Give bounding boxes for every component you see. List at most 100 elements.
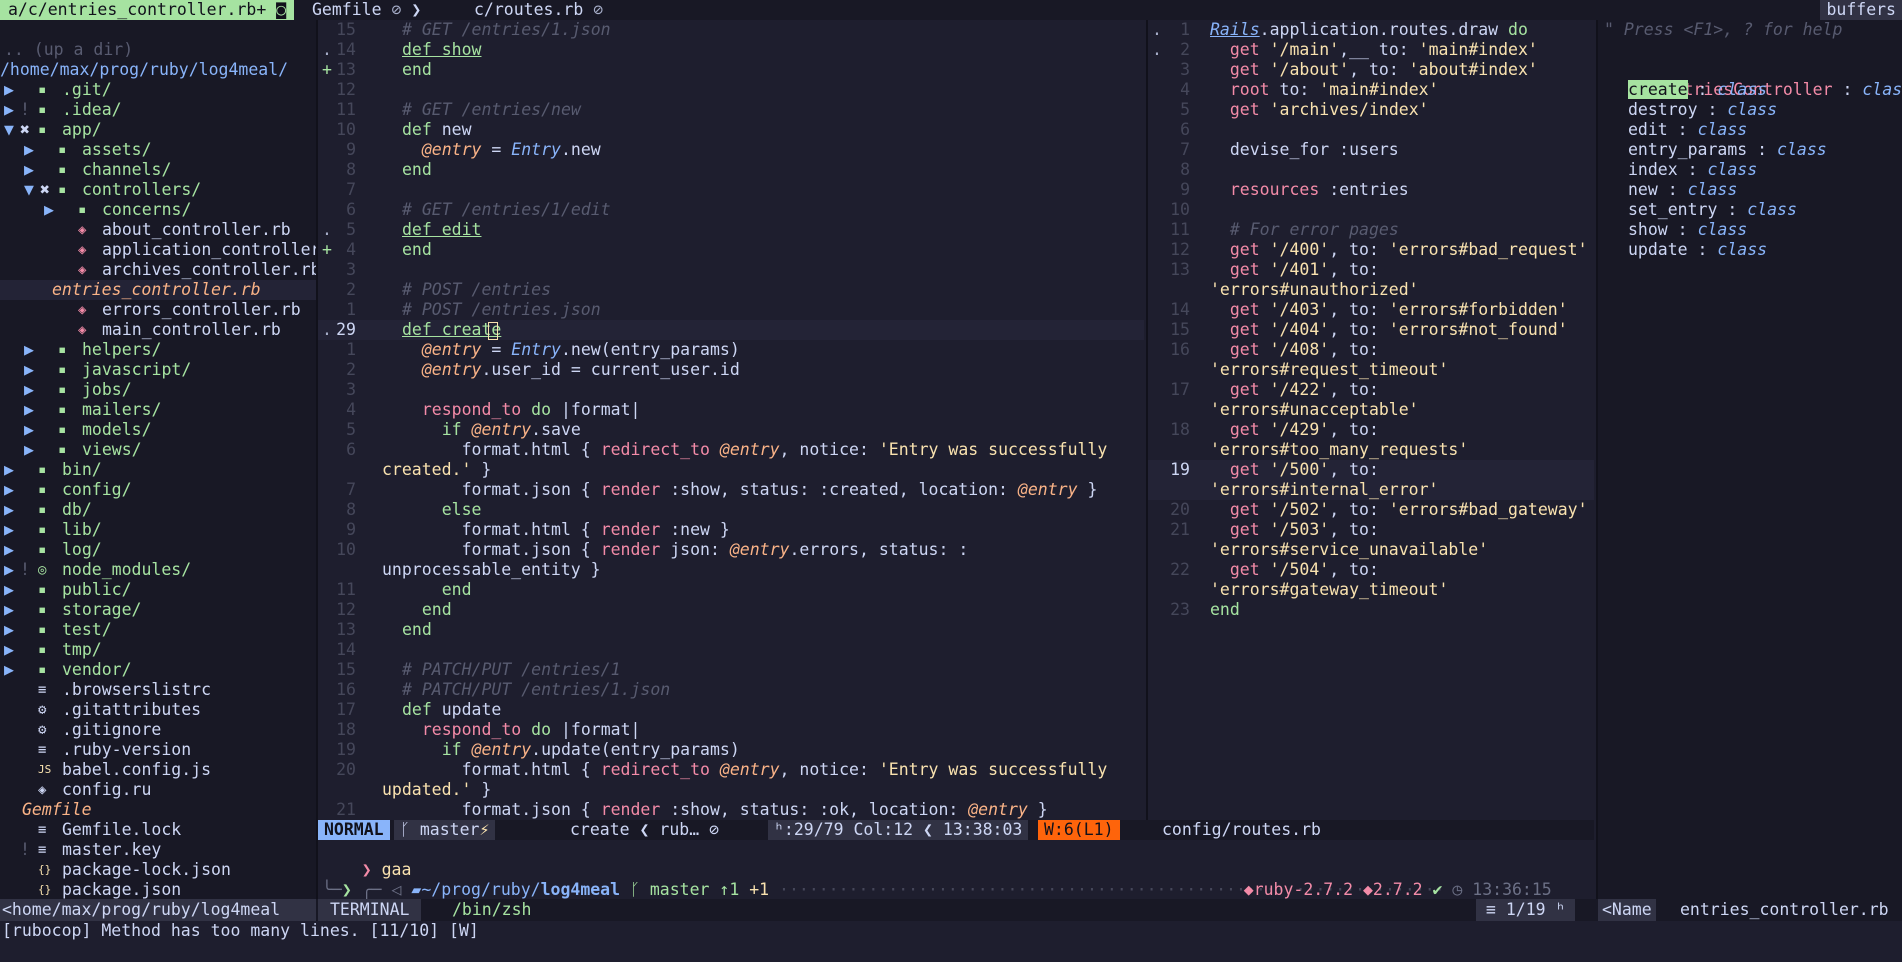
tree-item[interactable]: ◈ application_controller <box>0 240 316 260</box>
tree-item[interactable]: ⚙ .gitattributes <box>0 700 316 720</box>
chevron-right-icon: ▶ <box>24 160 34 179</box>
tree-item[interactable]: ▶ ▪ views/ <box>0 440 316 460</box>
tagbar-item[interactable]: new : class <box>1628 180 1902 200</box>
chevron-right-icon: ▶ <box>4 540 14 559</box>
tree-item[interactable]: ▶ ▪ jobs/ <box>0 380 316 400</box>
tree-item[interactable]: ▶ ▪ .git/ <box>0 80 316 100</box>
tagbar-root[interactable]: ▼ EntriesController : class <box>1604 60 1902 99</box>
line-number: 5 <box>346 220 356 239</box>
warning-badge[interactable]: W:6(L1) <box>1038 820 1120 840</box>
code-line: 12 end <box>318 600 1144 620</box>
tree-item-label: jobs/ <box>82 380 132 399</box>
tree-item[interactable]: ▶ ▪ test/ <box>0 620 316 640</box>
tree-item[interactable]: {} package-lock.json <box>0 860 316 880</box>
tagbar-item-name: new <box>1628 180 1658 199</box>
tab-active[interactable]: a/c/entries_controller.rb+ ◙ <box>0 0 295 20</box>
tagbar-item[interactable]: set_entry : class <box>1628 200 1902 220</box>
tree-item[interactable]: JS babel.config.js <box>0 760 316 780</box>
tree-item-label: helpers/ <box>82 340 162 359</box>
line-number: 18 <box>336 720 356 739</box>
tree-item[interactable]: ▶ ▪ concerns/ <box>0 200 316 220</box>
clock-time: 13:38:03 <box>942 820 1023 839</box>
tree-item[interactable]: ▼ ✖ ▪ controllers/ <box>0 180 316 200</box>
code-text: if @entry.update(entry_params) <box>441 740 740 759</box>
line-number: 18 <box>1170 420 1190 439</box>
chevron-right-icon: ▶ <box>4 560 14 579</box>
buffers-button[interactable]: buffers <box>1820 0 1902 20</box>
chevron-right-icon <box>44 320 54 340</box>
tree-item-label: .ruby-version <box>62 740 192 759</box>
prompt-input-line[interactable]: ╰─❯ <box>322 880 1594 900</box>
chevron-right-icon: ▶ <box>24 340 34 359</box>
chevron-right-icon: ▶ <box>4 480 14 499</box>
code-line: created.' } <box>318 460 1144 480</box>
tree-item[interactable]: ▶ ▪ lib/ <box>0 520 316 540</box>
folder-icon: ▪ <box>38 542 47 558</box>
tree-item[interactable]: ▶ ▪ db/ <box>0 500 316 520</box>
tagbar-item[interactable]: create : class <box>1628 80 1902 100</box>
tree-item[interactable]: ◈ archives_controller.rb <box>0 260 316 280</box>
tagbar-item-name: show <box>1628 220 1668 239</box>
tree-item[interactable]: ▶ ▪ storage/ <box>0 600 316 620</box>
tree-item[interactable]: ▼ ✖ ▪ app/ <box>0 120 316 140</box>
tagbar-item[interactable]: destroy : class <box>1628 100 1902 120</box>
tab-routes[interactable]: c/routes.rb ⊘ <box>474 0 603 20</box>
code-text: format.html { redirect_to @entry, notice… <box>402 440 1108 459</box>
tree-item[interactable]: ▶ ▪ mailers/ <box>0 400 316 420</box>
code-text: 'errors#service_unavailable' <box>1210 540 1489 559</box>
folder-icon: ▪ <box>38 462 47 478</box>
tree-item[interactable]: ◈ main_controller.rb <box>0 320 316 340</box>
tree-item[interactable]: ▶ ▪ bin/ <box>0 460 316 480</box>
code-editor[interactable]: 15 # GET /entries/1.json. 14 def show +13 end… <box>318 20 1144 820</box>
tree-item[interactable]: ▶ ▪ tmp/ <box>0 640 316 660</box>
tagbar-item-kind: class <box>1747 200 1797 219</box>
tree-item[interactable]: ▶! ▪ .idea/ <box>0 100 316 120</box>
tree-item[interactable]: ▶ ▪ javascript/ <box>0 360 316 380</box>
code-text: get '/main',__ to: 'main#index' <box>1229 40 1538 59</box>
up-dir-link[interactable]: .. (up a dir) <box>4 40 316 60</box>
tagbar-item-sep: : <box>1657 180 1688 199</box>
tree-root-path: /home/max/prog/ruby/log4meal/ <box>0 60 289 79</box>
tree-item[interactable]: ▶ ▪ config/ <box>0 480 316 500</box>
tree-item-label: bin/ <box>62 460 102 479</box>
tree-item[interactable]: ◈ about_controller.rb <box>0 220 316 240</box>
code-line: 7 devise_for :users <box>1148 140 1594 160</box>
line-number: 13 <box>336 60 356 79</box>
tree-item[interactable]: ◈ errors_controller.rb <box>0 300 316 320</box>
warning-mark-icon: ! <box>20 560 30 579</box>
tree-item[interactable]: ! ≡ master.key <box>0 840 316 860</box>
line-number: 19 <box>1170 460 1190 479</box>
tree-item[interactable]: ≡ .ruby-version <box>0 740 316 760</box>
tree-item[interactable]: ▶ ▪ vendor/ <box>0 660 316 680</box>
tree-item[interactable]: ▶ ▪ models/ <box>0 420 316 440</box>
tagbar-item[interactable]: edit : class <box>1628 120 1902 140</box>
tree-item[interactable]: ▶! ◎ node_modules/ <box>0 560 316 580</box>
tab-gemfile[interactable]: Gemfile ⊘ ❯ <box>312 0 421 20</box>
folder-icon: ▪ <box>58 382 67 398</box>
tree-item[interactable]: ▶ ▪ channels/ <box>0 160 316 180</box>
tagbar-item[interactable]: show : class <box>1628 220 1902 240</box>
tree-item-label: node_modules/ <box>62 560 192 579</box>
code-line: 5 if @entry.save <box>318 420 1144 440</box>
tree-item[interactable]: ⚙ .gitignore <box>0 720 316 740</box>
tagbar-item[interactable]: entry_params : class <box>1628 140 1902 160</box>
tree-item[interactable]: ≡ Gemfile.lock <box>0 820 316 840</box>
tree-item[interactable]: ≡ .browserslistrc <box>0 680 316 700</box>
line-number: 4 <box>1180 80 1190 99</box>
tree-item[interactable]: ▶ ▪ helpers/ <box>0 340 316 360</box>
tree-item[interactable]: Gemfile <box>0 800 316 820</box>
tagbar-item[interactable]: update : class <box>1628 240 1902 260</box>
code-text: format.html { redirect_to @entry, notice… <box>402 760 1108 779</box>
code-text: def new <box>402 120 472 139</box>
tree-item[interactable]: ▶ ▪ assets/ <box>0 140 316 160</box>
tree-item[interactable]: ◈ config.ru <box>0 780 316 800</box>
code-text: # PATCH/PUT /entries/1 <box>402 660 621 679</box>
tree-item[interactable]: ▶ ▪ log/ <box>0 540 316 560</box>
tree-item-label: tmp/ <box>62 640 102 659</box>
line-number: 11 <box>336 580 356 599</box>
routes-editor[interactable]: . 1 Rails.application.routes.draw do. 2 get… <box>1148 20 1594 820</box>
tree-item[interactable]: {} package.json <box>0 880 316 900</box>
tagbar-item[interactable]: index : class <box>1628 160 1902 180</box>
tree-item[interactable]: ▶ ▪ public/ <box>0 580 316 600</box>
tree-item[interactable]: entries_controller.rb <box>0 280 316 300</box>
